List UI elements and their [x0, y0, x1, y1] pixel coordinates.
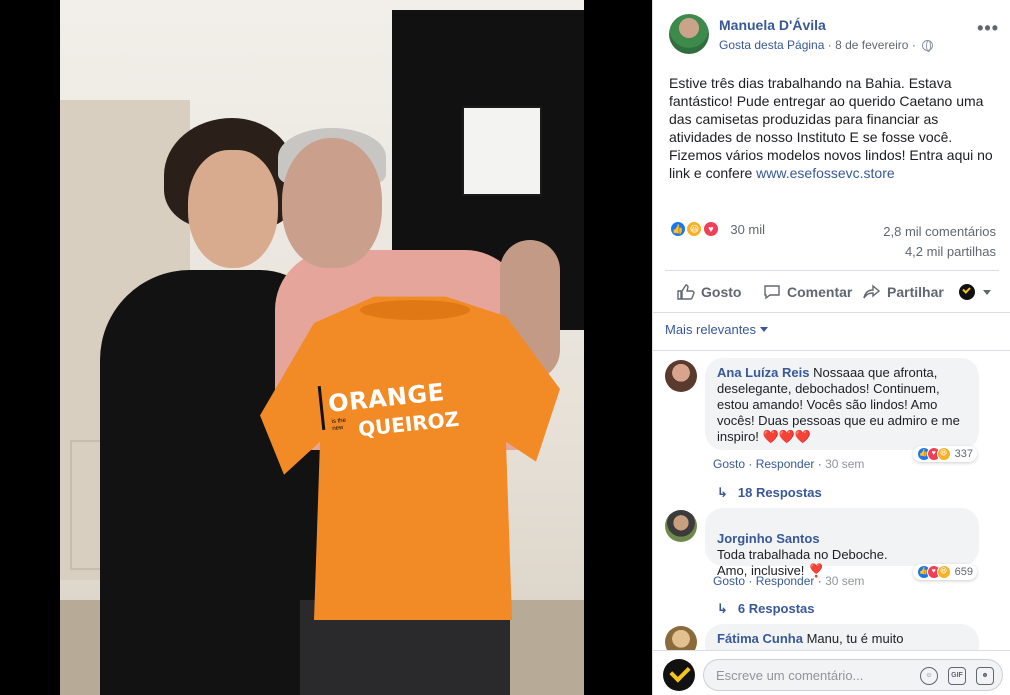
reaction-count[interactable]: 30 mil	[730, 222, 765, 237]
gif-icon[interactable]: GIF	[948, 667, 966, 685]
divider	[653, 350, 1010, 351]
comment-bubble: Ana Luíza Reis Nossaaa que afronta, dese…	[705, 358, 979, 450]
haha-icon: 😆	[936, 447, 951, 461]
commenter-avatar[interactable]	[665, 360, 697, 392]
post-link[interactable]: www.esefossevc.store	[756, 165, 895, 181]
comment-like-link[interactable]: Gosto	[713, 457, 745, 471]
comment-order-dropdown[interactable]: Mais relevantes	[665, 322, 769, 337]
comment-like-link[interactable]: Gosto	[713, 574, 745, 588]
photo-man-face	[282, 138, 382, 268]
view-replies-link[interactable]: ↳ 18 Respostas	[717, 485, 822, 501]
post-text: Estive três dias trabalhando na Bahia. E…	[669, 74, 999, 182]
haha-icon: 😆	[936, 565, 951, 579]
haha-icon: 😆	[685, 220, 704, 238]
comment-bubble: Jorginho Santos Toda trabalhada no Deboc…	[705, 508, 979, 578]
comment-item: Ana Luíza Reis Nossaaa que afronta, dese…	[665, 358, 999, 501]
commenter-name[interactable]: Jorginho Santos	[717, 531, 820, 546]
comments-count[interactable]: 2,8 mil comentários	[883, 222, 996, 242]
post-sidebar: Manuela D'Ávila Gosta desta Página · 8 d…	[652, 0, 1010, 695]
post-subline: Gosta desta Página · 8 de fevereiro ·	[719, 38, 934, 52]
thumbs-up-icon	[677, 284, 695, 300]
shares-count[interactable]: 4,2 mil partilhas	[883, 242, 996, 262]
like-icon: 👍	[669, 220, 687, 238]
separator-dot: ·	[911, 38, 920, 52]
comment-reaction-count: 337	[954, 448, 973, 460]
more-options-icon[interactable]: •••	[977, 18, 999, 39]
share-icon	[863, 284, 881, 299]
comment-reply-link[interactable]: Responder	[756, 457, 815, 471]
tshirt-print-small: is the new	[331, 417, 347, 433]
share-button-label: Partilhar	[887, 284, 944, 300]
chevron-down-icon	[760, 327, 769, 332]
page-avatar-icon	[959, 284, 975, 300]
post-actions: Gosto Comentar Partilhar	[665, 278, 999, 306]
love-icon: ♥	[701, 220, 720, 238]
comment-item: Jorginho Santos Toda trabalhada no Deboc…	[665, 508, 999, 620]
comment-input[interactable]: Escreve um comentário... ☺ GIF ☻	[703, 659, 1003, 691]
comment-order-label: Mais relevantes	[665, 322, 757, 337]
post-date[interactable]: 8 de fevereiro	[835, 38, 908, 52]
comment-text: Manu, tu é muito	[806, 631, 904, 646]
replies-count: 18 Respostas	[737, 485, 822, 500]
photo-viewer: ORANGE is the new QUEIROZ Manuela D'Ávil…	[0, 0, 1010, 695]
comment-time[interactable]: 30 sem	[825, 457, 864, 471]
comment-reactions[interactable]: 👍 ♥ 😆 337	[912, 446, 977, 462]
comment-bubble: Fátima Cunha Manu, tu é muito	[705, 624, 979, 650]
author-avatar[interactable]	[669, 14, 709, 54]
divider	[653, 312, 1010, 313]
commenter-name[interactable]: Fátima Cunha	[717, 631, 803, 646]
reply-arrow-icon: ↳	[717, 601, 728, 616]
post-photo[interactable]: ORANGE is the new QUEIROZ	[60, 0, 584, 695]
commenter-avatar[interactable]	[665, 626, 697, 650]
reply-arrow-icon: ↳	[717, 485, 728, 500]
view-replies-link[interactable]: ↳ 6 Respostas	[717, 601, 815, 617]
comment-item: Fátima Cunha Manu, tu é muito	[665, 624, 999, 650]
comment-icon	[764, 285, 780, 300]
emoji-icon[interactable]: ☺	[920, 667, 938, 685]
commenter-name[interactable]: Ana Luíza Reis	[717, 365, 809, 380]
tshirt-print: ORANGE is the new QUEIROZ	[317, 378, 460, 460]
comment-button-label: Comentar	[787, 284, 853, 300]
like-button[interactable]: Gosto	[677, 278, 741, 306]
like-button-label: Gosto	[701, 284, 742, 300]
comment-button[interactable]: Comentar	[763, 278, 852, 306]
share-button[interactable]: Partilhar	[863, 278, 944, 306]
react-as-selector[interactable]	[959, 278, 991, 306]
author-name[interactable]: Manuela D'Ávila	[719, 17, 826, 33]
comment-input-placeholder: Escreve um comentário...	[716, 668, 864, 683]
post-stats: 2,8 mil comentários 4,2 mil partilhas	[883, 222, 996, 262]
divider	[665, 270, 999, 271]
replies-count: 6 Respostas	[737, 601, 815, 616]
comment-meta: Gosto · Responder · 30 sem	[713, 574, 865, 588]
photo-woman-face	[188, 150, 278, 268]
sticker-icon[interactable]: ☻	[976, 667, 994, 685]
globe-icon[interactable]	[922, 40, 934, 52]
comment-composer: Escreve um comentário... ☺ GIF ☻	[653, 650, 1010, 695]
comment-reply-link[interactable]: Responder	[756, 574, 815, 588]
comment-reactions[interactable]: 👍 ♥ 😆 659	[912, 564, 977, 580]
commenter-avatar[interactable]	[665, 510, 697, 542]
page-like-link[interactable]: Gosta desta Página	[719, 38, 824, 52]
photo-tshirt-collar	[360, 300, 470, 320]
chevron-down-icon	[982, 290, 991, 295]
post-header: Manuela D'Ávila Gosta desta Página · 8 d…	[669, 14, 999, 58]
comment-meta: Gosto · Responder · 30 sem	[713, 457, 865, 471]
composer-avatar[interactable]	[663, 659, 695, 691]
separator-dot: ·	[827, 38, 836, 52]
photo-wall-frame	[462, 106, 542, 196]
comment-time[interactable]: 30 sem	[825, 574, 864, 588]
comment-reaction-count: 659	[954, 566, 973, 578]
